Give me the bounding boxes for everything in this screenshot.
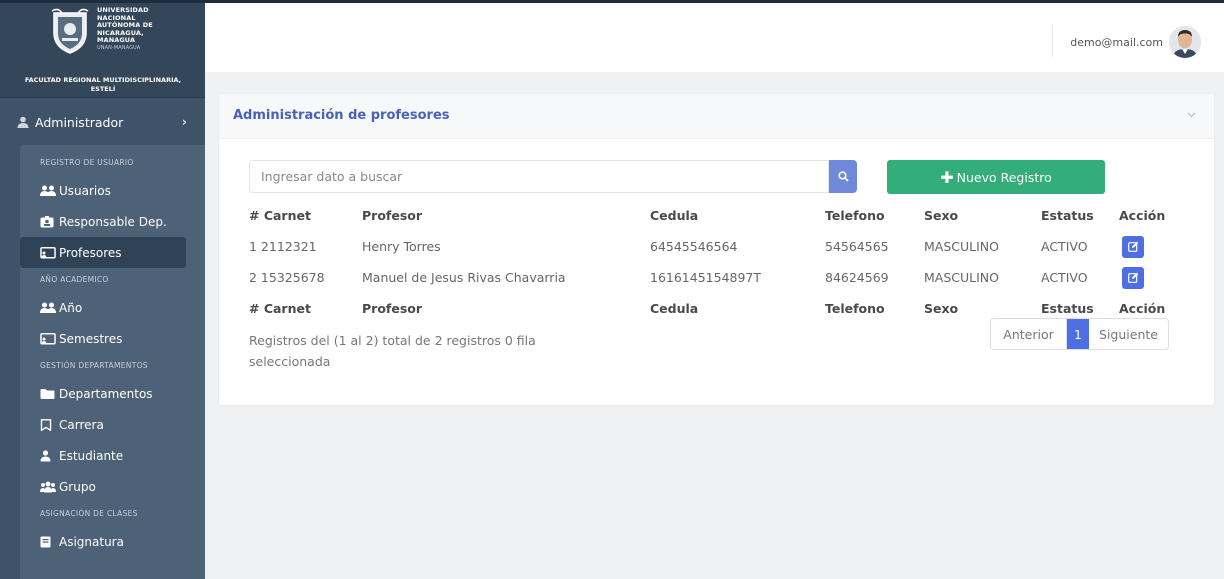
search-icon [837,171,849,182]
column-header-carnet[interactable]: # Carnet [249,200,362,231]
sidebar: UNIVERSIDAD NACIONAL AUTÓNOMA DE NICARAG… [0,0,205,579]
edit-button[interactable] [1122,266,1144,289]
top-bar: demo@mail.com [205,0,1224,72]
column-header-telefono[interactable]: Telefono [825,200,924,231]
section-anio-academico: AÑO ACADEMICO [40,275,109,284]
sidebar-item-label: Estudiante [59,448,124,463]
page-button-current[interactable]: 1 [1067,319,1089,349]
section-gestion-departamentos: GESTIÓN DEPARTAMENTOS [40,361,148,370]
cell-profesor: Manuel de Jesus Rivas Chavarria [362,270,566,285]
sidebar-item-profesores[interactable]: Profesores [20,237,186,268]
user-avatar-icon [1169,26,1201,58]
avatar[interactable] [1169,26,1201,58]
next-page-button[interactable]: Siguiente [1089,319,1168,349]
cell-accion [1119,262,1179,293]
new-record-button[interactable]: ✚ Nuevo Registro [887,160,1105,194]
column-footer-cedula: Cedula [650,301,699,316]
brand-header: UNIVERSIDAD NACIONAL AUTÓNOMA DE NICARAG… [0,3,205,98]
cell-carnet: 1 2112321 [249,239,317,254]
cell-estatus: ACTIVO [1041,270,1088,285]
sidebar-item-label: Asignatura [59,534,124,549]
sidebar-item-grupo[interactable]: Grupo [20,471,205,502]
sidebar-item-label: Año [59,300,83,315]
card-title: Administración de profesores [233,108,450,123]
column-header-cedula[interactable]: Cedula [650,200,825,231]
column-footer-profesor: Profesor [362,301,423,316]
faculty-name: FACULTAD REGIONAL MULTIDISCIPLINARIA, ES… [24,76,182,93]
edit-icon [1127,272,1138,283]
column-footer-telefono: Telefono [825,301,885,316]
sidebar-item-label: Departamentos [59,386,153,401]
cell-sexo: MASCULINO [924,239,999,254]
profesores-card: Administración de profesores ✚ Nuevo Reg… [219,94,1214,405]
sidebar-item-usuarios[interactable]: Usuarios [20,175,205,206]
previous-page-button[interactable]: Anterior [991,319,1067,349]
table-row[interactable]: 2 15325678 Manuel de Jesus Rivas Chavarr… [249,262,1179,293]
column-header-estatus[interactable]: Estatus [1041,200,1119,231]
card-header[interactable]: Administración de profesores [219,94,1214,139]
table-header-row: # Carnet Profesor Cedula Telefono Sexo E… [249,200,1179,231]
sidebar-item-carrera[interactable]: Carrera [20,409,205,440]
search-group [249,160,857,193]
cell-cedula: 64545546564 [650,239,738,254]
cell-telefono: 84624569 [825,270,889,285]
sidebar-item-responsable[interactable]: Responsable Dep. [20,206,205,237]
section-asignacion-clases: ASIGNACIÓN DE CLASES [40,509,138,518]
id-badge-icon [40,215,56,228]
sidebar-item-asignatura[interactable]: Asignatura [20,526,205,557]
role-menu-toggle[interactable]: Administrador › [0,108,205,136]
table-info-text: Registros del (1 al 2) total de 2 regist… [249,333,536,369]
chevron-right-icon: › [182,115,187,129]
users-icon [40,185,56,197]
column-header-profesor[interactable]: Profesor [362,200,650,231]
sidebar-item-estudiante[interactable]: Estudiante [20,440,205,471]
cell-cedula: 1616145154897T [650,270,762,285]
new-record-label: Nuevo Registro [956,169,1052,185]
user-icon [17,116,29,128]
sidebar-item-label: Carrera [59,417,104,432]
university-name: UNIVERSIDAD NACIONAL AUTÓNOMA DE NICARAG… [97,6,153,51]
sidebar-item-label: Usuarios [59,183,111,198]
user-email[interactable]: demo@mail.com [1070,36,1163,49]
pagination: Anterior 1 Siguiente [990,318,1169,350]
search-button[interactable] [829,160,857,193]
plus-icon: ✚ [940,167,954,187]
edit-icon [1127,241,1138,252]
sidebar-item-label: Profesores [59,245,122,260]
column-footer-carnet: # Carnet [249,301,311,316]
column-header-sexo[interactable]: Sexo [924,200,1041,231]
sidebar-item-label: Responsable Dep. [59,214,167,229]
users-icon [40,302,56,314]
university-seal-icon [51,8,89,54]
topbar-divider [1052,25,1053,57]
search-input[interactable] [249,160,829,193]
cell-telefono: 54564565 [825,239,889,254]
group-icon [40,481,56,493]
sidebar-item-semestres[interactable]: Semestres [20,323,205,354]
chevron-down-icon[interactable] [1187,110,1196,119]
sidebar-item-label: Grupo [59,479,96,494]
chalkboard-icon [40,332,56,345]
cell-carnet: 2 15325678 [249,270,325,285]
section-registro-usuario: REGISTRO DE USUARIO [40,158,134,167]
sidebar-item-departamentos[interactable]: Departamentos [20,378,205,409]
sidebar-item-label: Semestres [59,331,123,346]
table-row[interactable]: 1 2112321 Henry Torres 64545546564 54564… [249,231,1179,262]
cell-profesor: Henry Torres [362,239,441,254]
student-icon [40,449,56,462]
bookmark-icon [40,418,56,431]
cell-sexo: MASCULINO [924,270,999,285]
role-label: Administrador [35,114,124,130]
chalkboard-icon [40,246,56,259]
book-icon [40,536,56,548]
profesores-table: # Carnet Profesor Cedula Telefono Sexo E… [249,200,1179,324]
column-header-accion: Acción [1119,208,1166,223]
folder-icon [40,388,56,400]
sidebar-menu: REGISTRO DE USUARIO Usuarios Responsable… [20,145,205,579]
sidebar-item-anio[interactable]: Año [20,292,205,323]
cell-accion [1119,231,1179,262]
edit-button[interactable] [1122,235,1144,258]
cell-estatus: ACTIVO [1041,239,1088,254]
